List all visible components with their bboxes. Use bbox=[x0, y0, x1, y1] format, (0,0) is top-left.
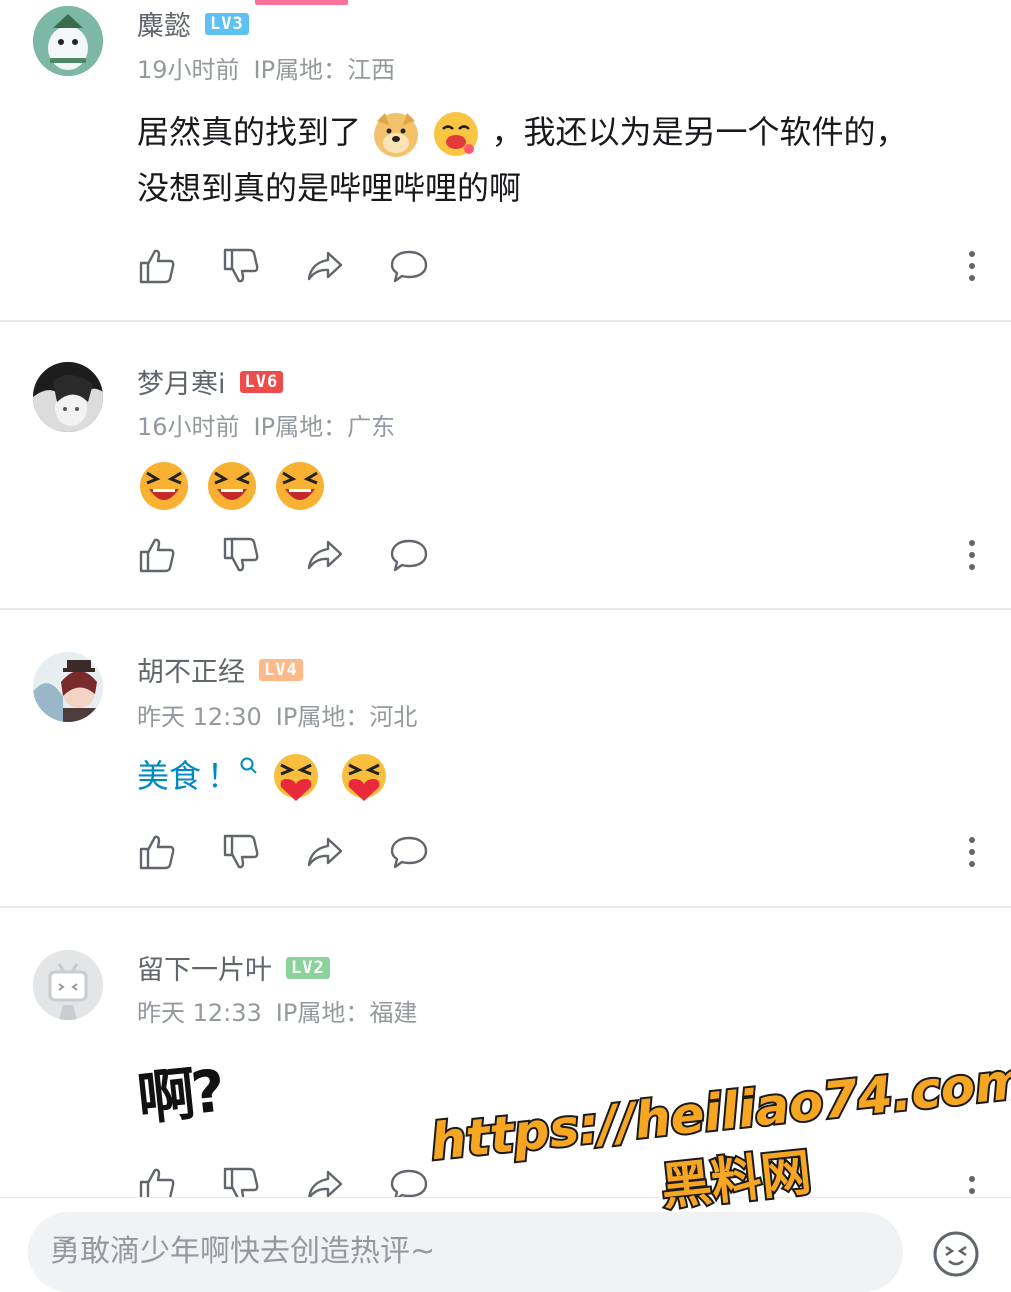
comment-text: ！ bbox=[207, 757, 240, 795]
level-badge: LV2 bbox=[286, 956, 330, 979]
comment-time: 昨天 12:33 bbox=[137, 999, 262, 1027]
laugh-emoji bbox=[140, 462, 188, 510]
like-icon[interactable] bbox=[137, 246, 177, 286]
username[interactable]: 留下一片叶 bbox=[137, 948, 272, 987]
divider bbox=[0, 906, 1011, 908]
avatar[interactable] bbox=[33, 652, 103, 722]
ip-location: IP属地：河北 bbox=[275, 703, 418, 731]
search-icon[interactable] bbox=[239, 756, 259, 782]
level-badge: LV3 bbox=[205, 12, 249, 35]
laugh-emoji bbox=[208, 462, 257, 510]
divider bbox=[0, 320, 1011, 322]
reply-icon[interactable] bbox=[389, 246, 429, 286]
reply-icon[interactable] bbox=[389, 1165, 429, 1197]
comment-text: 没想到真的是哔哩哔哩的啊 bbox=[137, 169, 522, 207]
top-tab-indicator bbox=[255, 0, 348, 5]
comment-time: 昨天 12:30 bbox=[137, 703, 262, 731]
drool-emoji bbox=[434, 112, 479, 156]
share-icon[interactable] bbox=[305, 535, 345, 575]
like-icon[interactable] bbox=[137, 1165, 177, 1197]
reply-icon[interactable] bbox=[389, 832, 429, 872]
level-badge: LV6 bbox=[239, 370, 284, 393]
dislike-icon[interactable] bbox=[221, 535, 261, 575]
avatar[interactable] bbox=[33, 6, 103, 76]
reply-icon[interactable] bbox=[389, 535, 429, 575]
dislike-icon[interactable] bbox=[221, 1165, 261, 1197]
keyword-link[interactable]: 美食 bbox=[137, 757, 201, 795]
divider bbox=[0, 608, 1011, 610]
dislike-icon[interactable] bbox=[221, 246, 261, 286]
reply-bar: 勇敢滴少年啊快去创造热评~ bbox=[0, 1197, 1011, 1292]
more-icon[interactable] bbox=[962, 539, 982, 571]
comment-text: ，我还以为是另一个软件的， bbox=[491, 113, 908, 151]
more-icon[interactable] bbox=[962, 836, 982, 868]
ip-location: IP属地：江西 bbox=[253, 56, 396, 84]
heart-hug-emoji bbox=[342, 754, 387, 801]
dislike-icon[interactable] bbox=[221, 832, 261, 872]
like-icon[interactable] bbox=[137, 832, 177, 872]
username[interactable]: 梦月寒i bbox=[137, 362, 226, 401]
like-icon[interactable] bbox=[137, 535, 177, 575]
doge-emoji bbox=[374, 113, 419, 157]
share-icon[interactable] bbox=[305, 246, 345, 286]
share-icon[interactable] bbox=[305, 832, 345, 872]
watermark-url: https://heiliao74.com bbox=[426, 1049, 1011, 1173]
more-icon[interactable] bbox=[962, 250, 982, 282]
level-badge: LV4 bbox=[259, 658, 303, 681]
avatar[interactable] bbox=[33, 950, 103, 1020]
share-icon[interactable] bbox=[305, 1165, 345, 1197]
avatar-anime-icon bbox=[33, 362, 103, 432]
username[interactable]: 胡不正经 bbox=[137, 650, 245, 689]
more-icon[interactable] bbox=[962, 1175, 982, 1197]
username[interactable]: 麋懿 bbox=[137, 4, 191, 43]
ip-location: IP属地：福建 bbox=[275, 999, 418, 1027]
ip-location: IP属地：广东 bbox=[253, 413, 396, 441]
avatar[interactable] bbox=[33, 362, 103, 432]
comment-time: 19小时前 bbox=[137, 56, 240, 84]
laugh-emoji bbox=[276, 462, 325, 510]
comment-text: 居然真的找到了 bbox=[137, 113, 362, 151]
avatar-default-tv-icon bbox=[33, 950, 103, 1020]
emoji-picker-icon[interactable] bbox=[932, 1230, 980, 1278]
heart-hug-emoji bbox=[274, 754, 319, 801]
sticker-emoji: 啊? bbox=[134, 1056, 225, 1134]
avatar-penguin-icon bbox=[33, 6, 103, 76]
avatar-anime-icon bbox=[33, 652, 103, 722]
comment-time: 16小时前 bbox=[137, 413, 240, 441]
reply-input[interactable]: 勇敢滴少年啊快去创造热评~ bbox=[28, 1212, 903, 1292]
